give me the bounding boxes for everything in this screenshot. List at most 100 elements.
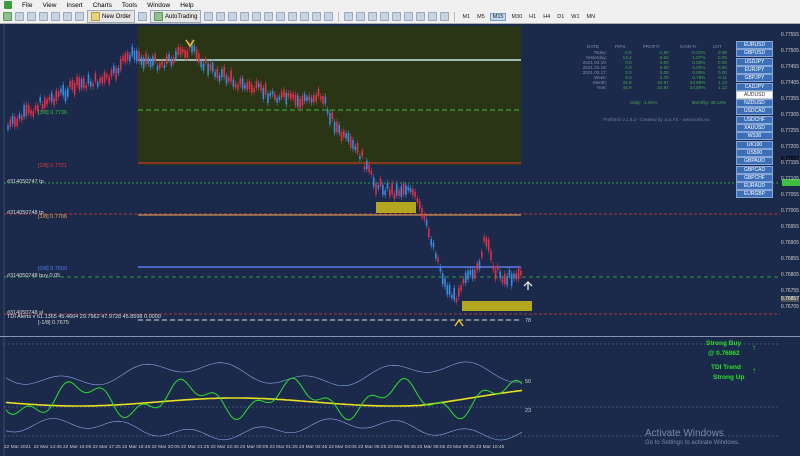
candle-body — [101, 77, 104, 84]
tf-m30[interactable]: M30 — [509, 14, 524, 20]
fibonacci-icon[interactable] — [416, 12, 426, 21]
level-label-0-8: [0/8] 0.7690 — [38, 266, 68, 272]
bid-price-label: 0.76857 — [780, 296, 799, 302]
chart-shift-icon[interactable] — [276, 12, 286, 21]
zoom-in-icon[interactable] — [240, 12, 250, 21]
candle-body — [23, 105, 25, 118]
tf-h1[interactable]: H1 — [527, 14, 538, 20]
candle-body — [324, 96, 327, 104]
candle-body — [340, 132, 343, 141]
market-watch-icon[interactable] — [27, 12, 36, 21]
candle-body — [175, 51, 177, 60]
menu-insert[interactable]: Insert — [66, 2, 82, 9]
menu-help[interactable]: Help — [180, 2, 193, 9]
symbol-button-xauusd[interactable]: XAUUSD — [736, 124, 773, 132]
symbol-button-usdjpy[interactable]: USDJPY — [736, 57, 773, 66]
autotrading-icon — [154, 12, 164, 21]
candle-body — [481, 251, 483, 258]
tf-m1[interactable]: M1 — [460, 14, 472, 20]
channel-icon[interactable] — [404, 12, 414, 21]
new-order-button[interactable]: New Order — [87, 10, 136, 23]
activate-windows-title: Activate Windows — [645, 428, 724, 439]
candle-body — [395, 183, 398, 196]
symbol-button-euraud[interactable]: EURAUD — [736, 182, 773, 191]
candle-body — [170, 59, 173, 66]
candle-body — [76, 76, 78, 85]
crosshair-icon[interactable] — [356, 12, 366, 21]
tile-windows-icon[interactable] — [264, 12, 274, 21]
candle-body — [246, 82, 248, 90]
terminal-icon[interactable] — [63, 12, 72, 21]
navigator-icon[interactable] — [51, 12, 60, 21]
candle-body — [271, 90, 274, 95]
symbol-button-eurjpy[interactable]: EURJPY — [736, 65, 773, 74]
symbol-button-gbpusd[interactable]: GBPUSD — [736, 49, 773, 58]
symbol-button-uk100[interactable]: UK100 — [736, 140, 773, 149]
candlestick-icon[interactable] — [216, 12, 226, 21]
candle-body — [152, 56, 154, 66]
candle-body — [308, 95, 311, 101]
templates-icon[interactable] — [324, 12, 334, 21]
horizontal-line-icon[interactable] — [380, 12, 390, 21]
metaeditor-icon[interactable] — [138, 12, 148, 21]
candle-body — [232, 79, 235, 87]
menu-window[interactable]: Window — [147, 2, 170, 9]
vertical-line-icon[interactable] — [368, 12, 378, 21]
symbol-button-usdchf[interactable]: USDCHF — [736, 115, 773, 124]
text-icon[interactable] — [428, 12, 438, 21]
tf-mn[interactable]: MN — [585, 14, 598, 20]
symbol-button-gbpaud[interactable]: GBPAUD — [736, 157, 773, 166]
tf-h4[interactable]: H4 — [541, 14, 552, 20]
zoom-out-icon[interactable] — [252, 12, 262, 21]
tf-m15[interactable]: M15 — [489, 12, 507, 21]
candle-body — [285, 92, 288, 105]
menu-view[interactable]: View — [42, 2, 56, 9]
tf-m5[interactable]: M5 — [475, 14, 487, 20]
menu-tools[interactable]: Tools — [122, 2, 137, 9]
tf-w1[interactable]: W1 — [569, 14, 581, 20]
price-tick-label: 0.76705 — [780, 304, 799, 310]
symbol-button-nzdusd[interactable]: NZDUSD — [736, 99, 773, 108]
data-window-icon[interactable] — [39, 12, 48, 21]
price-tick-label: 0.77555 — [780, 32, 799, 38]
menu-file[interactable]: File — [22, 2, 32, 9]
symbol-button-cadjpy[interactable]: CADJPY — [736, 82, 773, 91]
symbol-button-eurusd[interactable]: EURUSD — [736, 41, 773, 49]
menu-charts[interactable]: Charts — [93, 2, 112, 9]
candle-body — [430, 238, 432, 246]
candle-body — [117, 67, 120, 74]
candle-body — [239, 78, 242, 85]
symbol-button-gbpcad[interactable]: GBPCAD — [736, 165, 773, 174]
strategy-tester-icon[interactable] — [75, 12, 84, 21]
tdi-label-78: 78 — [525, 318, 532, 324]
symbol-button-usdcad[interactable]: USDCAD — [736, 107, 773, 116]
candle-body — [200, 60, 202, 68]
autotrading-button[interactable]: AutoTrading — [150, 10, 202, 23]
indicators-icon[interactable] — [300, 12, 310, 21]
autoscroll-icon[interactable] — [288, 12, 298, 21]
candle-body — [193, 45, 196, 52]
symbol-button-gbpjpy[interactable]: GBPJPY — [736, 74, 773, 83]
symbol-button-eurgbp[interactable]: EURGBP — [736, 190, 773, 199]
candle-body — [354, 146, 357, 151]
candle-body — [115, 68, 117, 80]
candle-body — [315, 94, 317, 102]
bar-chart-icon[interactable] — [204, 12, 214, 21]
candle-body — [462, 278, 465, 284]
symbol-button-audusd[interactable]: AUDUSD — [736, 90, 773, 99]
tf-d1[interactable]: D1 — [555, 14, 566, 20]
new-chart-icon[interactable] — [3, 12, 12, 21]
trendline-icon[interactable] — [392, 12, 402, 21]
candle-body — [299, 98, 301, 109]
cursor-icon[interactable] — [344, 12, 354, 21]
price-axis: 0.77555 0.77505 0.77455 0.77405 0.77355 0.773… — [780, 24, 800, 444]
symbol-button-gbpchf[interactable]: GBPCHF — [736, 173, 773, 182]
symbol-button-ws30[interactable]: WS30 — [736, 132, 773, 141]
periods-icon[interactable] — [312, 12, 322, 21]
arrows-icon[interactable] — [440, 12, 450, 21]
candle-body — [21, 115, 23, 121]
profiles-icon[interactable] — [15, 12, 24, 21]
symbol-button-us500[interactable]: US500 — [736, 148, 773, 157]
price-tick-label: 0.77305 — [780, 112, 799, 118]
line-chart-icon[interactable] — [228, 12, 238, 21]
